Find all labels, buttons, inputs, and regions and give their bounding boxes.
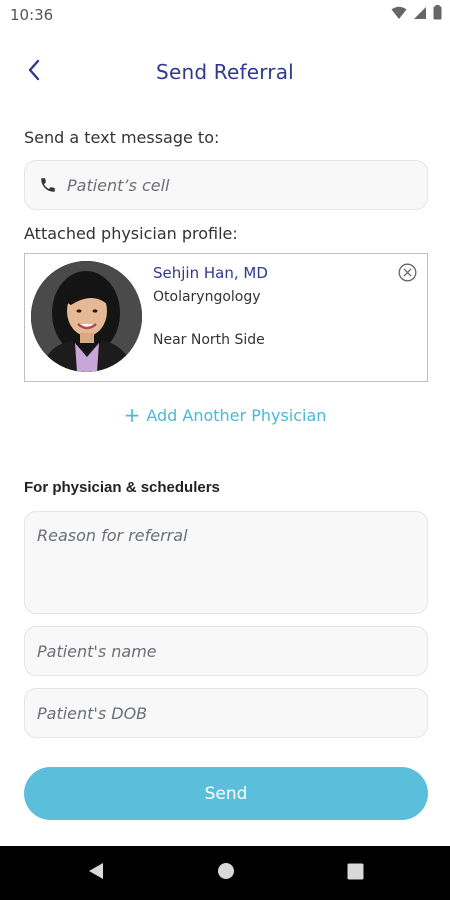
wifi-icon <box>391 5 407 24</box>
square-recents-icon <box>347 863 364 884</box>
physician-card: Sehjin Han, MD Otolaryngology Near North… <box>24 253 428 382</box>
header: Send Referral <box>0 40 450 104</box>
close-circle-icon <box>398 263 417 286</box>
circle-home-icon <box>217 862 235 884</box>
physician-name[interactable]: Sehjin Han, MD <box>153 264 268 282</box>
battery-icon <box>433 5 442 24</box>
nav-back-button[interactable] <box>86 863 106 883</box>
status-time: 10:36 <box>10 6 54 24</box>
navigation-bar <box>0 846 450 900</box>
page-title: Send Referral <box>156 60 294 84</box>
add-physician-label: Add Another Physician <box>146 406 327 425</box>
patient-name-input[interactable]: Patient's name <box>24 626 428 676</box>
patient-dob-placeholder: Patient's DOB <box>37 703 148 723</box>
reason-placeholder: Reason for referral <box>37 526 188 545</box>
add-physician-button[interactable]: + Add Another Physician <box>0 403 450 427</box>
section-title: For physician & schedulers <box>24 479 220 496</box>
nav-home-button[interactable] <box>216 863 236 883</box>
send-button[interactable]: Send <box>24 767 428 820</box>
phone-icon <box>39 176 57 194</box>
nav-recents-button[interactable] <box>345 863 365 883</box>
status-bar: 10:36 <box>0 0 450 30</box>
reason-for-referral-input[interactable]: Reason for referral <box>24 511 428 614</box>
send-text-label: Send a text message to: <box>24 128 220 147</box>
patient-cell-input[interactable]: Patient’s cell <box>24 160 428 210</box>
status-icons <box>391 5 442 24</box>
patient-cell-placeholder: Patient’s cell <box>67 175 170 195</box>
signal-icon <box>413 5 427 24</box>
physician-avatar <box>31 261 142 372</box>
physician-location: Near North Side <box>153 332 265 348</box>
triangle-back-icon <box>88 862 104 884</box>
physician-specialty: Otolaryngology <box>153 289 261 305</box>
remove-physician-button[interactable] <box>398 263 417 282</box>
patient-dob-input[interactable]: Patient's DOB <box>24 688 428 738</box>
patient-name-placeholder: Patient's name <box>37 641 157 661</box>
attached-physician-label: Attached physician profile: <box>24 224 238 243</box>
plus-icon: + <box>123 403 141 427</box>
